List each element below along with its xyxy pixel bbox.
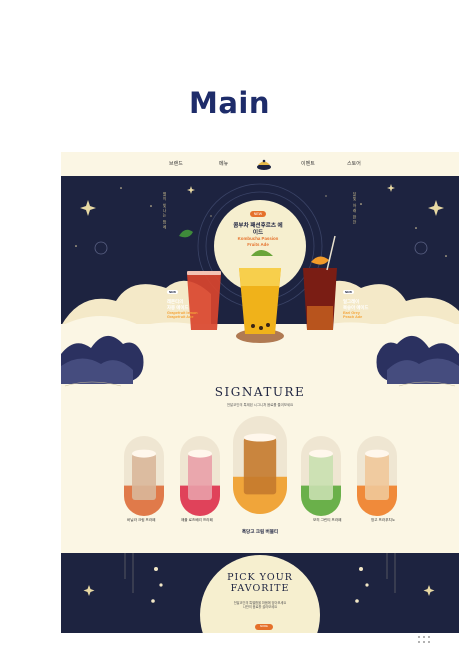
product-label-5: 망고 프라푸치노 — [371, 518, 396, 522]
hero-right-name-en-2: Peach Ade — [343, 315, 363, 320]
hero-center-name-en: Kombucha Passion Fruits Ade — [237, 236, 279, 247]
logo-icon[interactable] — [255, 155, 273, 173]
pick-title: PICK YOUR FAVORITE — [61, 572, 459, 595]
new-badge: NEW — [167, 290, 178, 294]
hero-left-name-en-2: Grapefruit Ade — [167, 315, 194, 320]
signature-title: SIGNATURE — [214, 385, 306, 399]
hero-center-card[interactable]: NEW 콤부차 패션후르츠 에이드 Kombucha Passion Fruit… — [231, 202, 285, 247]
new-badge: NEW — [343, 290, 354, 294]
nav-item-event[interactable]: 이벤트 — [301, 160, 315, 167]
product-card-1[interactable] — [124, 436, 164, 516]
product-card-2[interactable] — [180, 436, 220, 516]
pick-subtitle: 전달코인의 특별함을 마음에 담아보세요 나만의 음료를 골라보세요 — [61, 601, 459, 609]
website-mockup: 브랜드 메뉴 이벤트 스토어 별이 빛나는 밤에 달빛 아래 한잔 NEW 콤부… — [61, 152, 459, 633]
pick-title-line-2: FAVORITE — [230, 582, 290, 594]
top-nav: 브랜드 메뉴 이벤트 스토어 — [61, 152, 459, 176]
signature-subtitle: 전달코인의 특제된 시그니처 음료를 즐겨보세요 — [226, 403, 294, 407]
nav-item-brand[interactable]: 브랜드 — [169, 160, 183, 167]
new-badge: NEW — [249, 211, 267, 217]
hero-vertical-text-left: 별이 빛나는 밤에 — [163, 192, 167, 230]
pick-subtitle-line-2: 나만의 음료를 골라보세요 — [242, 605, 278, 610]
hero-right-card[interactable]: NEW 얼그레이 복숭아 에이드 Earl Grey Peach Ade — [343, 280, 383, 320]
product-label-2: 애플 로즈베리 프라페 — [181, 518, 213, 522]
hero-vertical-text-right: 달빛 아래 한잔 — [353, 192, 357, 225]
product-card-3[interactable] — [233, 416, 287, 514]
signature-products — [124, 416, 397, 516]
hero-left-name-ko-1: 레몬티의 — [167, 299, 184, 304]
nav-item-store[interactable]: 스토어 — [347, 160, 361, 167]
page-title: Main — [188, 86, 270, 120]
nav-item-menu[interactable]: 메뉴 — [219, 160, 228, 167]
more-button[interactable]: MORE — [255, 624, 273, 630]
hero-right-name-ko-1: 얼그레이 — [343, 299, 360, 304]
product-card-4[interactable] — [301, 436, 341, 516]
hero-left-card[interactable]: NEW 레몬티의 자몽 에이드 Grapefruit lemon Grapefr… — [167, 280, 207, 320]
featured-product-label: 흑당고 크림 버블티 — [241, 529, 279, 534]
product-label-4: 모히 그린티 프라페 — [313, 518, 342, 522]
product-label-1: 바닐라 크림 프라페 — [127, 518, 156, 522]
grid-dots-icon — [418, 636, 430, 643]
hero-center-name-ko: 콤부차 패션후르츠 에이드 — [233, 223, 283, 236]
product-card-5[interactable] — [357, 436, 397, 516]
